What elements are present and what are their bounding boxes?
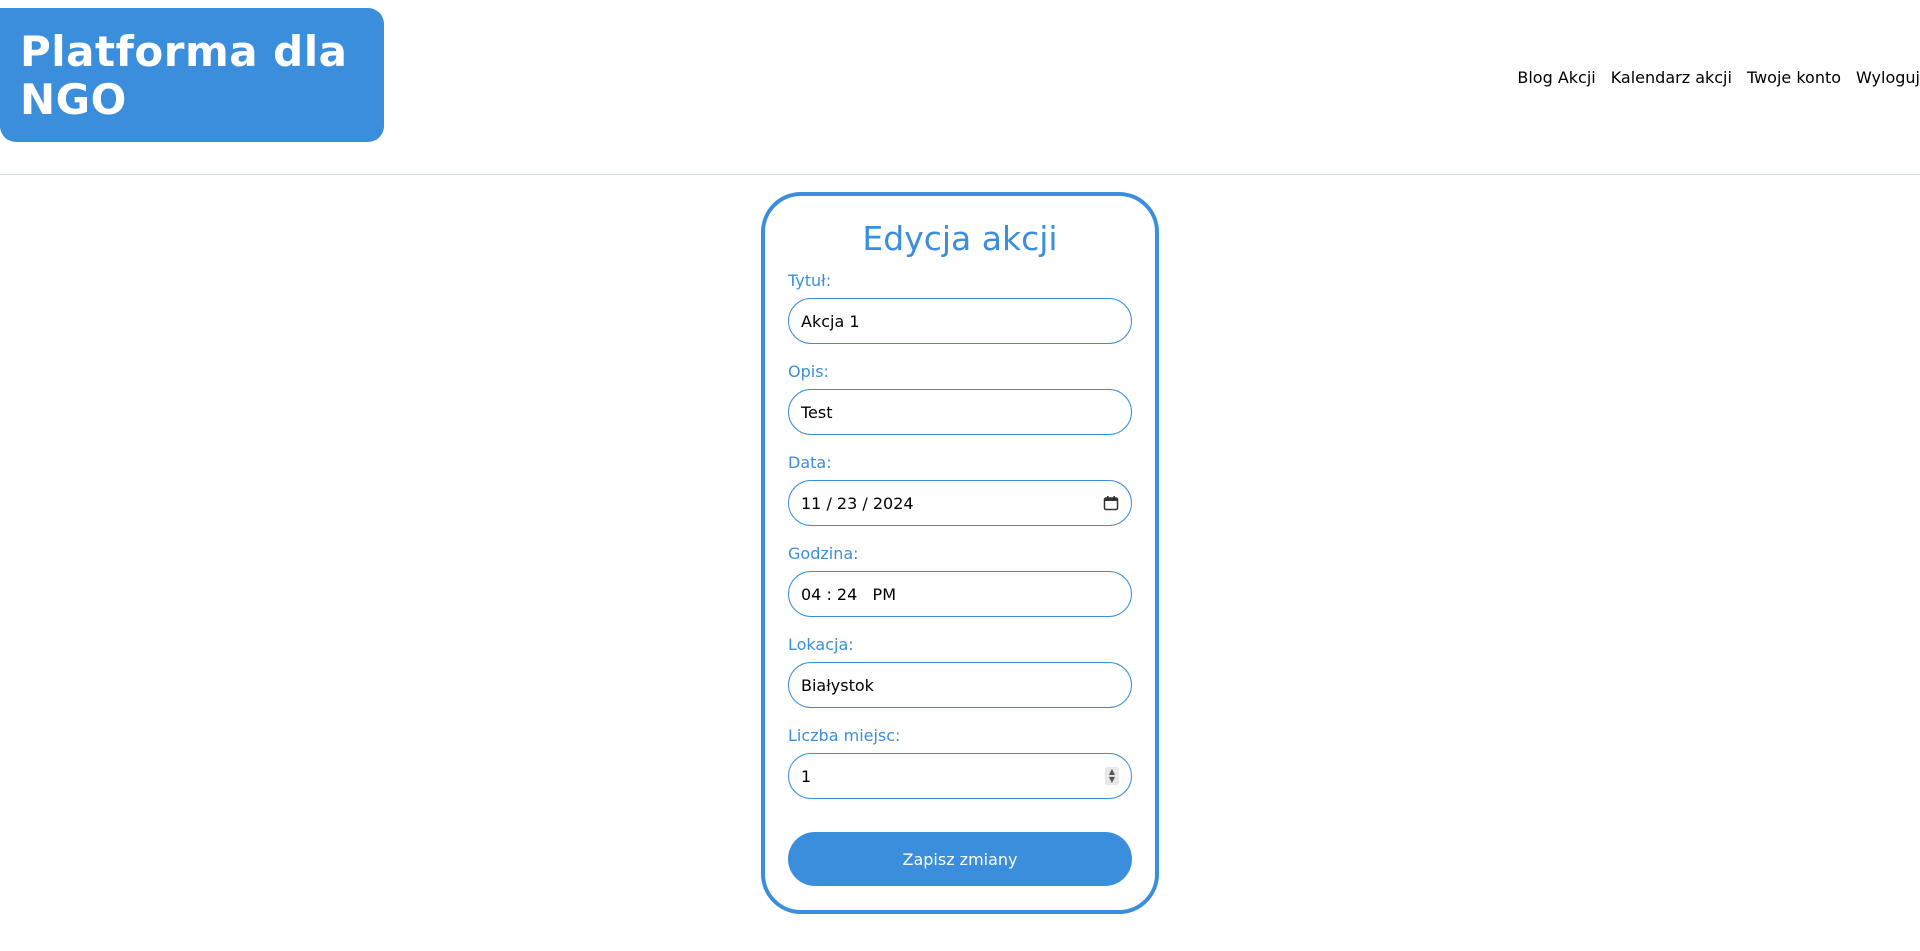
time-value: 04 : 24 PM	[801, 584, 896, 604]
site-logo[interactable]: Platforma dla NGO	[0, 8, 384, 142]
nav-link-account[interactable]: Twoje konto	[1747, 68, 1841, 87]
location-value: Białystok	[801, 675, 874, 695]
site-header: Platforma dla NGO Blog Akcji Kalendarz a…	[0, 0, 1920, 175]
time-label: Godzina:	[788, 544, 859, 563]
date-label: Data:	[788, 453, 832, 472]
title-input[interactable]: Akcja 1	[788, 298, 1132, 344]
spinner-down-icon[interactable]: ▼	[1109, 776, 1115, 784]
seats-value: 1	[801, 766, 812, 786]
date-value: 11 / 23 / 2024	[801, 493, 914, 513]
number-spinner-icon[interactable]: ▲ ▼	[1105, 767, 1119, 785]
description-label: Opis:	[788, 362, 829, 381]
date-input[interactable]: 11 / 23 / 2024	[788, 480, 1132, 526]
calendar-icon[interactable]	[1103, 495, 1119, 511]
form-title: Edycja akcji	[862, 219, 1058, 258]
nav-link-calendar[interactable]: Kalendarz akcji	[1611, 68, 1732, 87]
seats-label: Liczba miejsc:	[788, 726, 901, 745]
title-value: Akcja 1	[801, 311, 860, 331]
location-input[interactable]: Białystok	[788, 662, 1132, 708]
nav-link-blog[interactable]: Blog Akcji	[1517, 68, 1595, 87]
save-changes-button[interactable]: Zapisz zmiany	[788, 832, 1132, 886]
description-input[interactable]: Test	[788, 389, 1132, 435]
title-label: Tytuł:	[788, 271, 832, 290]
description-value: Test	[801, 402, 833, 422]
time-input[interactable]: 04 : 24 PM	[788, 571, 1132, 617]
edit-event-form: Edycja akcji Tytuł: Akcja 1 Opis: Test D…	[761, 192, 1159, 914]
seats-input[interactable]: 1 ▲ ▼	[788, 753, 1132, 799]
main-nav: Blog Akcji Kalendarz akcji Twoje konto W…	[1502, 68, 1920, 87]
nav-link-logout[interactable]: Wyloguj	[1856, 68, 1920, 87]
location-label: Lokacja:	[788, 635, 854, 654]
